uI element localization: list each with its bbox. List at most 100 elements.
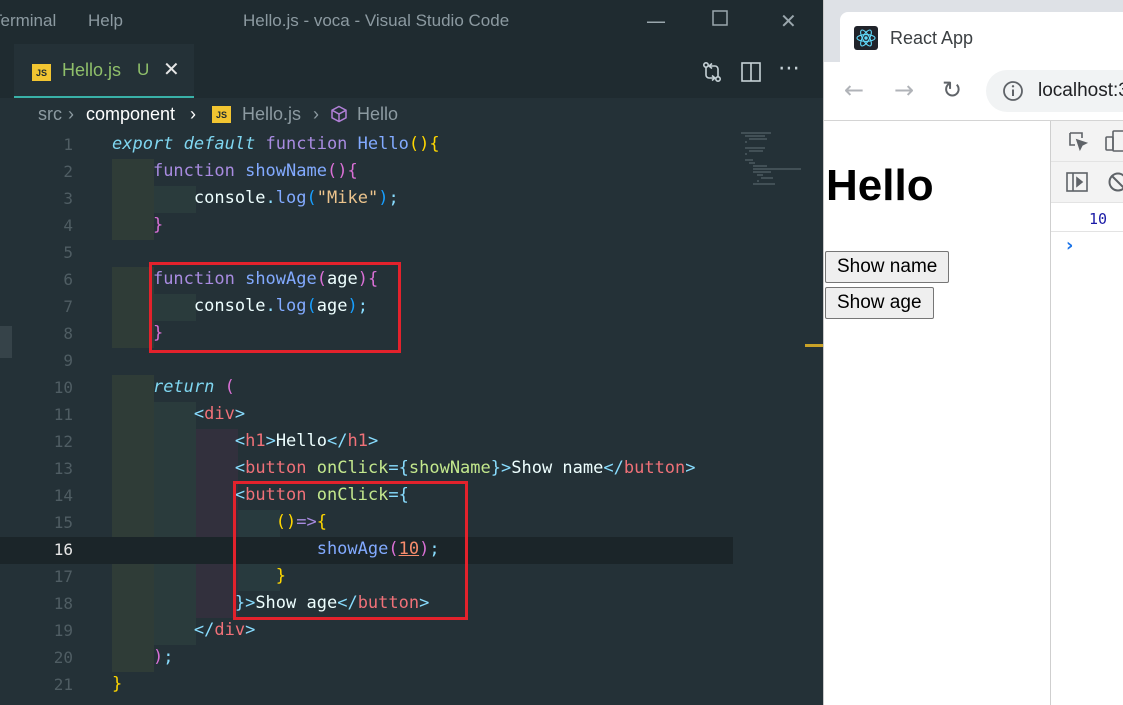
line-number: 18 <box>53 594 73 613</box>
page-content: Hello Show name Show age <box>824 121 1050 705</box>
compare-changes-icon[interactable] <box>700 60 724 88</box>
show-name-button[interactable]: Show name <box>825 251 950 283</box>
code-text: console.log("Mike"); <box>193 188 399 208</box>
line-number: 19 <box>53 621 73 640</box>
line-number: 8 <box>63 324 73 343</box>
sidebar-toggle-icon[interactable] <box>1065 171 1089 197</box>
clear-console-icon[interactable] <box>1107 171 1123 197</box>
title-bar: Terminal Help Hello.js - voca - Visual S… <box>0 0 823 44</box>
line-number: 15 <box>53 513 73 532</box>
scrollbar-marker <box>805 344 823 347</box>
breadcrumb: src › component › JS Hello.js › Hello <box>0 100 823 130</box>
code-text: </div> <box>193 620 256 640</box>
line-number: 11 <box>53 405 73 424</box>
line-number: 10 <box>53 378 73 397</box>
code-line: 1 export default function Hello(){ <box>0 132 733 159</box>
browser-tab-react-app[interactable]: React App <box>840 12 1123 62</box>
split-editor-icon[interactable] <box>740 61 762 87</box>
minimap[interactable] <box>733 130 823 705</box>
line-number: 20 <box>53 648 73 667</box>
tab-close-icon[interactable]: ✕ <box>163 57 180 81</box>
browser-tab-strip: React App <box>824 0 1123 62</box>
minimap-preview <box>741 132 801 185</box>
line-number: 17 <box>53 567 73 586</box>
forward-arrow-icon[interactable]: → <box>894 76 914 104</box>
react-logo-icon <box>854 26 878 54</box>
code-text: ); <box>152 647 174 667</box>
menu-terminal[interactable]: Terminal <box>0 11 56 31</box>
code-line: 12 <h1>Hello</h1> <box>0 429 733 456</box>
code-line: 10 return ( <box>0 375 733 402</box>
console-divider <box>1051 231 1123 232</box>
code-text: export default function Hello(){ <box>112 134 440 154</box>
code-text: <h1>Hello</h1> <box>234 431 379 451</box>
breadcrumb-file[interactable]: Hello.js <box>242 104 301 125</box>
highlight-box-onclick-arrow <box>233 481 468 620</box>
breadcrumb-symbol[interactable]: Hello <box>357 104 398 125</box>
breadcrumb-src[interactable]: src <box>38 104 62 125</box>
chevron-right-icon: › <box>190 104 196 124</box>
line-number: 5 <box>63 243 73 262</box>
breadcrumb-component[interactable]: component <box>86 104 175 125</box>
reload-icon[interactable]: ↻ <box>942 76 962 104</box>
browser-tab-title: React App <box>890 28 974 48</box>
chevron-right-icon: › <box>313 104 319 124</box>
back-arrow-icon[interactable]: ← <box>844 76 864 104</box>
devtools-panel: 10 › <box>1050 121 1123 705</box>
maximize-icon[interactable] <box>711 9 729 31</box>
inspect-element-icon[interactable] <box>1067 130 1089 156</box>
code-line: 2 function showName(){ <box>0 159 733 186</box>
tab-label: Hello.js <box>62 60 122 80</box>
editor-tab-bar: JS Hello.js U ✕ ⋯ <box>0 44 823 98</box>
address-bar[interactable]: localhost:3000 <box>986 70 1123 112</box>
code-line: 4 } <box>0 213 733 240</box>
line-number: 3 <box>63 189 73 208</box>
line-number: 7 <box>63 297 73 316</box>
highlight-box-showage-function <box>149 262 401 353</box>
address-text: localhost:3000 <box>1038 80 1123 101</box>
info-icon[interactable] <box>1002 80 1024 106</box>
close-window-icon[interactable]: ✕ <box>780 10 797 32</box>
vscode-window: Terminal Help Hello.js - voca - Visual S… <box>0 0 823 705</box>
code-line: 20 ); <box>0 645 733 672</box>
console-prompt-icon[interactable]: › <box>1066 235 1073 256</box>
line-number: 1 <box>63 135 73 154</box>
code-text: return ( <box>152 377 235 397</box>
code-line: 11 <div> <box>0 402 733 429</box>
browser-toolbar: ← → ↻ localhost:3000 <box>824 62 1123 121</box>
js-file-icon: JS <box>32 64 51 81</box>
line-number: 9 <box>63 351 73 370</box>
console-log-output: 10 <box>1089 210 1108 228</box>
window-title: Hello.js - voca - Visual Studio Code <box>243 11 510 30</box>
line-number: 14 <box>53 486 73 505</box>
code-text: function showName(){ <box>152 161 358 181</box>
console-toolbar <box>1051 162 1123 203</box>
line-number: 6 <box>63 270 73 289</box>
tab-hello-js[interactable]: JS Hello.js U ✕ <box>14 44 194 98</box>
code-text: } <box>152 215 164 235</box>
code-line: 3 console.log("Mike"); <box>0 186 733 213</box>
symbol-method-icon <box>330 105 348 128</box>
line-number: 12 <box>53 432 73 451</box>
menu-help[interactable]: Help <box>88 11 123 31</box>
js-file-icon: JS <box>212 106 231 123</box>
code-line: 19 </div> <box>0 618 733 645</box>
code-text: <button onClick={showName}>Show name</bu… <box>234 458 696 478</box>
line-number: 2 <box>63 162 73 181</box>
devtools-toolbar <box>1051 121 1123 162</box>
line-number: 21 <box>53 675 73 694</box>
minimize-icon[interactable]: — <box>646 10 666 32</box>
device-toolbar-icon[interactable] <box>1105 129 1123 157</box>
code-line: 13 <button onClick={showName}>Show name<… <box>0 456 733 483</box>
browser-window: React App ← → ↻ localhost:3000 Hello Sho… <box>823 0 1123 705</box>
tab-untracked-status: U <box>137 60 150 79</box>
code-text: <div> <box>193 404 246 424</box>
line-number: 13 <box>53 459 73 478</box>
line-number: 4 <box>63 216 73 235</box>
code-editor[interactable]: 1 export default function Hello(){ 2 fun… <box>0 132 733 705</box>
more-actions-icon[interactable]: ⋯ <box>778 56 801 81</box>
code-text: } <box>112 674 123 694</box>
show-age-button[interactable]: Show age <box>825 287 934 319</box>
page-heading: Hello <box>826 161 934 210</box>
code-line: 21 } <box>0 672 733 699</box>
